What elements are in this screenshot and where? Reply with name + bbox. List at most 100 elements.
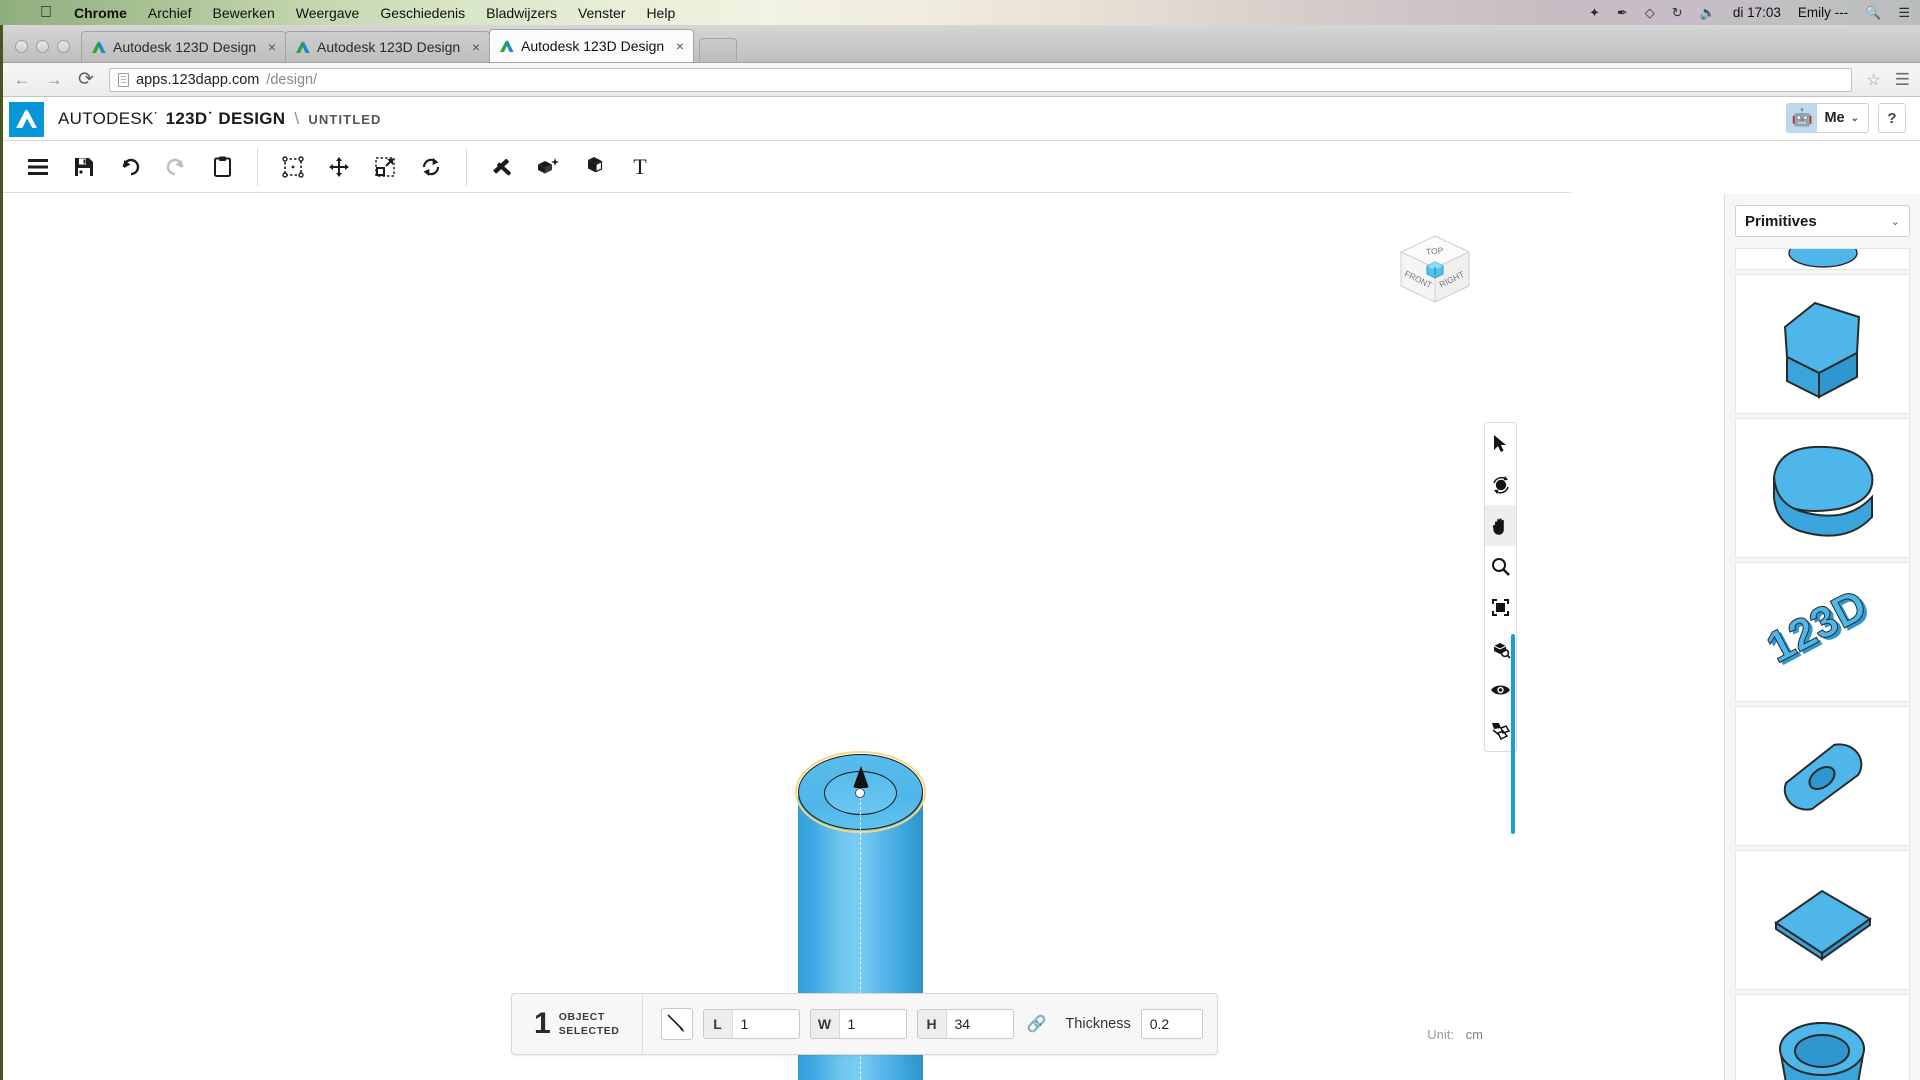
height-input[interactable] [946,1010,1013,1038]
forward-arrow-icon[interactable]: → [45,70,63,90]
construct-icon[interactable] [525,147,571,187]
save-icon[interactable] [61,147,107,187]
menu-item-venster[interactable]: Venster [578,5,625,21]
primitive-plane[interactable] [1735,850,1910,990]
orbit-icon[interactable] [1485,464,1516,505]
pan-hand-icon[interactable] [1485,505,1516,546]
primitives-list[interactable]: 123D 123D [1725,248,1920,1080]
menu-item-chrome[interactable]: Chrome [74,5,127,21]
width-field[interactable]: W [809,1009,907,1039]
list-icon[interactable]: ☰ [1898,6,1910,19]
user-name[interactable]: Emily --- [1798,5,1848,20]
browser-tab-1[interactable]: Autodesk 123D Design × [81,31,286,62]
user-menu-label: Me ⌄ [1817,110,1868,126]
hamburger-menu-icon[interactable]: ☰ [1895,70,1910,90]
extrude-arrow-handle[interactable] [853,766,869,788]
menu-item-archief[interactable]: Archief [148,5,192,21]
tab-title: Autodesk 123D Design [113,39,257,55]
width-input[interactable] [839,1010,906,1038]
panel-scroll-indicator[interactable] [1511,634,1515,834]
rotate-icon[interactable] [408,147,454,187]
app-header: AUTODESK˙ 123D˙ DESIGN \ UNTITLED 🤖 Me ⌄… [3,98,1920,141]
autodesk-favicon-icon [295,39,311,55]
primitive-polygon-prism[interactable] [1735,274,1910,414]
category-label: Primitives [1745,212,1817,230]
address-bar[interactable]: apps.123dapp.com/design/ [109,67,1853,92]
timemachine-icon[interactable]: ↻ [1672,6,1683,19]
unit-value: cm [1465,1027,1483,1042]
scale-icon[interactable] [362,147,408,187]
selection-count-number: 1 [534,1007,551,1040]
toolbar-group-file [15,148,245,186]
close-window-button[interactable] [15,40,28,53]
chevron-down-icon: ⌄ [1850,112,1859,124]
link-chain-icon[interactable]: 🔗 [1024,1014,1050,1034]
user-menu-button[interactable]: 🤖 Me ⌄ [1786,103,1869,133]
length-input[interactable] [732,1010,799,1038]
new-tab-button[interactable] [699,38,737,61]
menu-item-geschiedenis[interactable]: Geschiedenis [380,5,465,21]
3d-viewport[interactable]: TOP FRONT RIGHT 1 OBJECT SELECTED L 1 W … [3,194,1715,1080]
clock[interactable]: di 17:03 [1733,5,1781,20]
move-icon[interactable] [316,147,362,187]
volume-icon[interactable]: 🔈 [1700,6,1716,19]
menu-item-bewerken[interactable]: Bewerken [212,5,274,21]
document-title[interactable]: UNTITLED [308,112,381,127]
primitive-tube[interactable] [1735,994,1910,1080]
url-path: /design/ [266,71,318,88]
page-info-icon[interactable] [118,72,129,87]
browser-tab-3-active[interactable]: Autodesk 123D Design × [489,29,694,62]
height-field[interactable]: H [916,1009,1014,1039]
thickness-field[interactable] [1140,1009,1203,1039]
undo-icon[interactable] [107,147,153,187]
brand-product: 123D˙ DESIGN [165,109,286,128]
text-icon[interactable]: T [617,147,663,187]
minimize-window-button[interactable] [36,40,49,53]
center-pivot-handle[interactable] [855,788,865,798]
search-icon[interactable]: 🔍 [1865,6,1881,19]
wifi-icon[interactable]: ◇ [1645,6,1655,19]
maximize-window-button[interactable] [57,40,70,53]
pen-icon[interactable]: ✒ [1617,6,1628,19]
os-status-area: ✦ ✒ ◇ ↻ 🔈 di 17:03 Emily --- 🔍 ☰ [1589,0,1910,25]
primitive-123d-text[interactable]: 123D 123D [1735,562,1910,702]
unit-indicator: Unit: cm [1427,1027,1483,1042]
url-domain: apps.123dapp.com [136,71,260,88]
primitive-partial-top[interactable] [1735,248,1910,270]
avatar: 🤖 [1787,104,1818,132]
tab-close-icon[interactable]: × [469,40,483,54]
apple-icon[interactable]:  [40,4,52,21]
tab-title: Autodesk 123D Design [521,38,665,54]
main-menu-icon[interactable] [15,147,61,187]
menu-item-bladwijzers[interactable]: Bladwijzers [486,5,557,21]
zoom-magnifier-icon[interactable] [1485,546,1516,587]
select-arrow-icon[interactable] [1485,423,1516,464]
fit-to-view-icon[interactable] [1485,587,1516,628]
length-field[interactable]: L [702,1009,800,1039]
primitive-half-ellipse[interactable] [1735,418,1910,558]
browser-navigation-bar: ← → ⟳ apps.123dapp.com/design/ ☆ ☰ [3,63,1920,97]
menu-item-help[interactable]: Help [646,5,675,21]
help-button[interactable]: ? [1878,103,1906,133]
menu-item-weergave[interactable]: Weergave [296,5,360,21]
view-cube[interactable]: TOP FRONT RIGHT [1393,230,1477,314]
primitive-rounded-slot[interactable] [1735,706,1910,846]
reload-icon[interactable]: ⟳ [77,68,95,91]
airplay-icon[interactable]: ✦ [1589,6,1600,19]
sketch-icon[interactable] [479,147,525,187]
transform-icon[interactable] [270,147,316,187]
main-toolbar: T [3,141,1571,193]
thickness-input[interactable] [1141,1010,1202,1038]
chrome-window: Autodesk 123D Design × Autodesk 123D Des… [0,25,1920,1080]
tab-close-icon[interactable]: × [265,40,279,54]
browser-tab-2[interactable]: Autodesk 123D Design × [285,31,490,62]
redo-icon[interactable] [153,147,199,187]
star-icon[interactable]: ☆ [1866,70,1880,90]
toolbar-group-transform [270,148,454,186]
back-arrow-icon[interactable]: ← [13,70,31,90]
paste-icon[interactable] [199,147,245,187]
combine-icon[interactable] [571,147,617,187]
category-dropdown[interactable]: Primitives ⌄ [1735,205,1910,237]
tab-close-icon[interactable]: × [673,39,687,53]
line-sketch-icon[interactable] [660,1008,693,1040]
